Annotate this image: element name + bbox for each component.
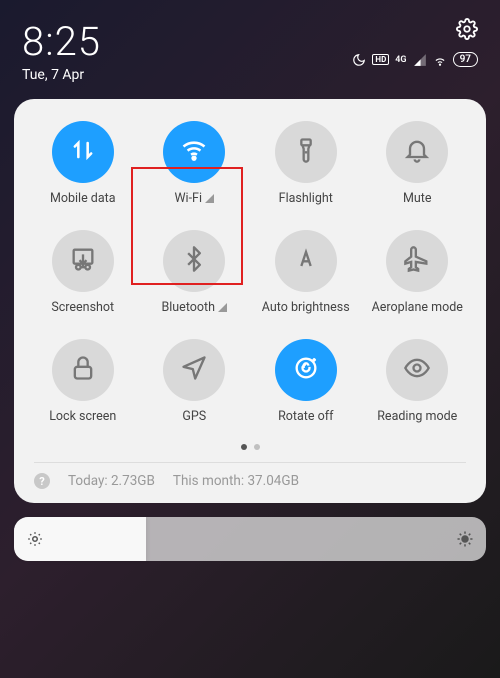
signal-strength-icon bbox=[218, 303, 227, 312]
tile-label: Bluetooth bbox=[161, 300, 215, 315]
tile-gps[interactable]: GPS bbox=[142, 339, 248, 424]
clock-time: 8:25 bbox=[22, 18, 101, 65]
tile-wifi[interactable]: Wi-Fi bbox=[142, 121, 248, 206]
tile-flashlight[interactable]: Flashlight bbox=[253, 121, 359, 206]
tile-label: Lock screen bbox=[49, 409, 116, 424]
tile-label: Wi-Fi bbox=[174, 191, 202, 206]
flashlight-icon bbox=[292, 136, 320, 168]
tile-bluetooth[interactable]: Bluetooth bbox=[142, 230, 248, 315]
tile-label: Reading mode bbox=[377, 409, 457, 424]
screenshot-icon bbox=[69, 245, 97, 277]
tile-label: Mobile data bbox=[50, 191, 116, 206]
tile-label: Auto brightness bbox=[262, 300, 350, 315]
status-right: HD 4G 97 bbox=[352, 18, 478, 67]
tile-mute[interactable]: Mute bbox=[365, 121, 471, 206]
signal-icon bbox=[413, 53, 427, 67]
rotation-lock-icon bbox=[292, 354, 320, 386]
wifi-icon bbox=[180, 136, 208, 168]
network-type: 4G bbox=[395, 55, 406, 65]
location-icon bbox=[180, 354, 208, 386]
page-dot bbox=[254, 444, 260, 450]
page-indicator bbox=[30, 444, 470, 450]
brightness-high-icon bbox=[456, 530, 474, 548]
data-usage-row[interactable]: ? Today: 2.73GB This month: 37.04GB bbox=[30, 471, 470, 491]
gear-icon[interactable] bbox=[456, 18, 478, 44]
status-bar: 8:25 Tue, 7 Apr HD 4G 97 bbox=[0, 0, 500, 87]
lock-icon bbox=[69, 354, 97, 386]
clock-date: Tue, 7 Apr bbox=[22, 67, 101, 83]
tile-label: Screenshot bbox=[51, 300, 114, 315]
tile-label: GPS bbox=[182, 409, 206, 424]
tile-mobile-data[interactable]: Mobile data bbox=[30, 121, 136, 206]
brightness-low-icon bbox=[26, 530, 44, 548]
tile-label: Rotate off bbox=[278, 409, 333, 424]
usage-month: This month: 37.04GB bbox=[173, 473, 299, 489]
page-dot bbox=[241, 444, 247, 450]
bluetooth-icon bbox=[180, 245, 208, 277]
brightness-slider[interactable] bbox=[14, 517, 486, 561]
tile-auto-brightness[interactable]: Auto brightness bbox=[253, 230, 359, 315]
usage-today: Today: 2.73GB bbox=[68, 473, 155, 489]
tile-label: Aeroplane mode bbox=[372, 300, 463, 315]
wifi-icon bbox=[433, 53, 447, 67]
moon-icon bbox=[352, 53, 366, 67]
eye-icon bbox=[403, 354, 431, 386]
battery-indicator: 97 bbox=[453, 52, 478, 67]
tile-label: Mute bbox=[403, 191, 432, 206]
tile-screenshot[interactable]: Screenshot bbox=[30, 230, 136, 315]
tile-aeroplane-mode[interactable]: Aeroplane mode bbox=[365, 230, 471, 315]
volte-badge: HD bbox=[372, 54, 389, 65]
tile-label: Flashlight bbox=[279, 191, 333, 206]
quick-settings-panel: Mobile data Wi-Fi Flashlight Mute Screen… bbox=[14, 99, 486, 503]
bell-icon bbox=[403, 136, 431, 168]
signal-strength-icon bbox=[205, 194, 214, 203]
status-indicators: HD 4G 97 bbox=[352, 52, 478, 67]
tiles-grid: Mobile data Wi-Fi Flashlight Mute Screen… bbox=[30, 121, 470, 424]
tile-reading-mode[interactable]: Reading mode bbox=[365, 339, 471, 424]
info-icon: ? bbox=[34, 473, 50, 489]
tile-lock-screen[interactable]: Lock screen bbox=[30, 339, 136, 424]
tile-rotate-off[interactable]: Rotate off bbox=[253, 339, 359, 424]
airplane-icon bbox=[403, 245, 431, 277]
mobile-data-icon bbox=[69, 136, 97, 168]
divider bbox=[34, 462, 466, 463]
auto-brightness-icon bbox=[292, 245, 320, 277]
clock-block: 8:25 Tue, 7 Apr bbox=[22, 18, 101, 83]
